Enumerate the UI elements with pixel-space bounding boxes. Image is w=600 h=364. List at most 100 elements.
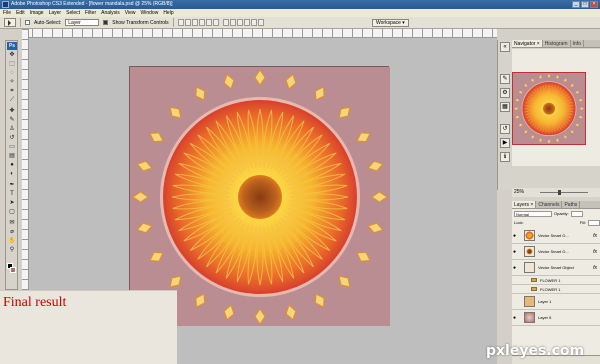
marquee-tool-icon[interactable]: ⬚ — [7, 61, 17, 68]
gradient-tool-icon[interactable]: ▤ — [7, 153, 17, 160]
notes-tool-icon[interactable]: ✉ — [7, 220, 17, 227]
eyedropper-icon[interactable]: ⌀ — [7, 229, 17, 236]
hand-tool-icon[interactable]: ✋ — [7, 238, 17, 245]
tab-navigator[interactable]: Navigator × — [512, 40, 543, 47]
slice-tool-icon[interactable]: ⟋ — [7, 97, 17, 104]
menu-image[interactable]: Image — [30, 9, 44, 17]
lasso-tool-icon[interactable]: ◌ — [7, 70, 17, 77]
actions-panel-icon[interactable]: ▶ — [500, 138, 510, 148]
collapse-panels-icon[interactable]: « — [500, 42, 510, 52]
show-transform-checkbox[interactable] — [103, 20, 109, 25]
visibility-toggle[interactable] — [513, 300, 518, 304]
zoom-tool-icon[interactable]: ⚲ — [7, 247, 17, 254]
crop-tool-icon[interactable]: ⌗ — [7, 88, 17, 95]
brushes-panel-icon[interactable]: ✎ — [500, 74, 510, 84]
opacity-field[interactable] — [570, 210, 583, 217]
navigator-thumbnail[interactable] — [512, 72, 586, 145]
menu-file[interactable]: File — [3, 9, 11, 17]
layer-row[interactable]: ● Vector Smart Object fx — [512, 260, 600, 276]
clone-stamp-icon[interactable]: ♙ — [7, 126, 17, 133]
info-panel-icon[interactable]: ℹ — [500, 152, 510, 162]
align-right-icon[interactable] — [212, 19, 219, 26]
document-canvas[interactable] — [129, 66, 390, 326]
close-button[interactable]: × — [590, 1, 598, 8]
blur-tool-icon[interactable]: ● — [7, 162, 17, 169]
tool-presets-icon[interactable]: ⚙ — [500, 88, 510, 98]
visibility-toggle[interactable] — [513, 278, 518, 282]
layer-group-row[interactable]: FLOWER 1 — [512, 276, 600, 285]
menu-window[interactable]: Window — [141, 9, 159, 17]
layer-fx-icon[interactable]: fx — [593, 260, 597, 276]
tool-preset-picker[interactable] — [4, 18, 16, 27]
menu-analysis[interactable]: Analysis — [101, 9, 120, 17]
distribute-bottom-icon[interactable] — [236, 19, 243, 26]
layer-comps-icon[interactable]: ▦ — [500, 102, 510, 112]
dodge-tool-icon[interactable]: ◐ — [7, 171, 17, 178]
auto-select-label: Auto-Select: — [34, 19, 62, 26]
minimize-button[interactable]: _ — [572, 1, 580, 8]
type-tool-icon[interactable]: T — [7, 191, 17, 198]
tab-channels[interactable]: Channels — [536, 201, 563, 208]
menu-edit[interactable]: Edit — [16, 9, 25, 17]
flower-mandala-artwork — [130, 67, 390, 326]
zoom-slider-track[interactable] — [540, 192, 588, 193]
layer-fx-icon[interactable]: fx — [593, 228, 597, 244]
menu-help[interactable]: Help — [163, 9, 173, 17]
visibility-eye-icon[interactable]: ● — [513, 233, 518, 238]
align-vcenter-icon[interactable] — [184, 19, 191, 26]
align-top-icon[interactable] — [177, 19, 184, 26]
zoom-value[interactable]: 25% — [514, 189, 524, 195]
layer-row[interactable]: ● Layer 5 — [512, 310, 600, 326]
menu-layer[interactable]: Layer — [49, 9, 62, 17]
magic-wand-icon[interactable]: ✧ — [7, 79, 17, 86]
layer-group-row[interactable]: FLOWER 1 — [512, 285, 600, 294]
zoom-slider-knob[interactable] — [558, 190, 561, 195]
distribute-right-icon[interactable] — [257, 19, 264, 26]
menu-view[interactable]: View — [125, 9, 136, 17]
path-selection-icon[interactable]: ➤ — [7, 200, 17, 207]
menu-filter[interactable]: Filter — [85, 9, 96, 17]
lock-label: Lock: — [514, 220, 524, 225]
workspace-dropdown[interactable]: Workspace ▾ — [372, 19, 409, 27]
tab-histogram[interactable]: Histogram — [543, 40, 571, 47]
auto-select-checkbox[interactable] — [25, 20, 30, 25]
auto-select-dropdown[interactable]: Layer — [65, 19, 100, 26]
visibility-eye-icon[interactable]: ● — [513, 265, 518, 270]
layer-fx-icon[interactable]: fx — [593, 244, 597, 260]
distribute-vcenter-icon[interactable] — [229, 19, 236, 26]
move-tool-icon[interactable]: ✥ — [7, 52, 17, 59]
layer-row[interactable]: ● Vector Smart O... fx — [512, 244, 600, 260]
maximize-button[interactable]: □ — [581, 1, 589, 8]
background-color-swatch[interactable] — [10, 267, 16, 273]
flower-center — [238, 175, 282, 219]
distribute-left-icon[interactable] — [243, 19, 250, 26]
distribute-hcenter-icon[interactable] — [250, 19, 257, 26]
tab-layers[interactable]: Layers × — [512, 201, 537, 208]
align-hcenter-icon[interactable] — [205, 19, 212, 26]
history-panel-icon[interactable]: ↺ — [500, 124, 510, 134]
shape-tool-icon[interactable]: ▢ — [7, 209, 17, 216]
pen-tool-icon[interactable]: ✒ — [7, 182, 17, 189]
eraser-tool-icon[interactable]: ▭ — [7, 144, 17, 151]
visibility-eye-icon[interactable]: ● — [513, 249, 518, 254]
lock-row: Lock: Fill: — [512, 218, 600, 227]
fill-field[interactable] — [588, 219, 600, 226]
menu-select[interactable]: Select — [66, 9, 80, 17]
layer-row[interactable]: ● Vector Smart O... fx — [512, 228, 600, 244]
history-brush-icon[interactable]: ↺ — [7, 135, 17, 142]
watermark: pxleyes.com — [486, 343, 585, 359]
options-separator — [172, 18, 174, 27]
blend-mode-dropdown[interactable]: Normal — [514, 210, 552, 217]
brush-tool-icon[interactable]: ✎ — [7, 117, 17, 124]
tab-info[interactable]: Info — [571, 40, 584, 47]
layer-row[interactable]: Layer 1 — [512, 294, 600, 310]
window-title: Adobe Photoshop CS3 Extended - [flower m… — [11, 1, 173, 7]
distribute-top-icon[interactable] — [222, 19, 229, 26]
tab-paths[interactable]: Paths — [562, 201, 581, 208]
visibility-eye-icon[interactable]: ● — [513, 315, 518, 320]
group-name: FLOWER 1 — [540, 287, 561, 292]
visibility-toggle[interactable] — [513, 287, 518, 291]
align-left-icon[interactable] — [198, 19, 205, 26]
align-bottom-icon[interactable] — [191, 19, 198, 26]
healing-brush-icon[interactable]: ✚ — [7, 108, 17, 115]
